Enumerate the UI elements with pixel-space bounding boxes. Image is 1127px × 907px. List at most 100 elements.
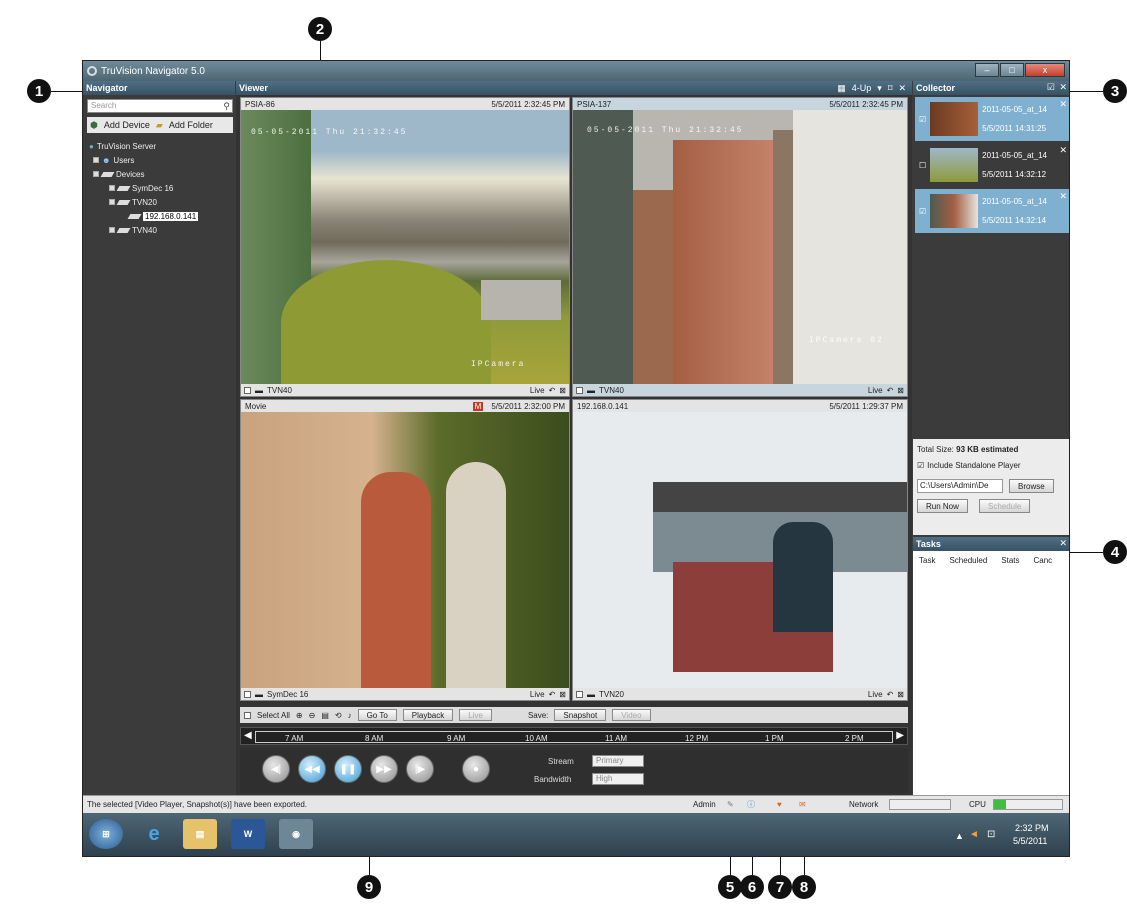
search-icon[interactable]: ⚲ xyxy=(223,100,230,112)
video-feed[interactable]: 05-05-2011 Thu 21:32:45 IPCamera xyxy=(241,110,569,386)
col-stats[interactable]: Stats xyxy=(1001,556,1019,565)
close-tile-icon[interactable]: ⊠ xyxy=(897,386,904,395)
col-scheduled[interactable]: Scheduled xyxy=(949,556,987,565)
playback-button[interactable]: Playback xyxy=(402,709,454,721)
network-tray-icon[interactable]: ⊡ xyxy=(987,829,995,840)
goto-button[interactable]: Go To xyxy=(357,709,397,721)
timeline[interactable]: ◀ ▶ 7 AM 8 AM 9 AM 10 AM 11 AM 12 PM 1 P… xyxy=(240,727,908,745)
zoom-in-icon[interactable]: ⊕ xyxy=(296,711,303,720)
tree-item-ip-camera[interactable]: 192.168.0.141 xyxy=(89,209,199,223)
start-button-icon[interactable]: ⊞ xyxy=(89,819,123,849)
collector-item[interactable]: ☑ 2011-05-05_at_14 5/5/2011 14:32:14 ✕ xyxy=(915,189,1069,233)
close-tasks-icon[interactable]: ✕ xyxy=(1059,538,1067,549)
step-forward-icon[interactable]: |▶ xyxy=(406,755,434,783)
print-icon[interactable]: ▤ xyxy=(321,711,329,720)
tree-item-server[interactable]: ● TruVision Server xyxy=(89,139,198,153)
select-checkbox[interactable] xyxy=(576,386,583,394)
file-explorer-icon[interactable]: ▤ xyxy=(183,819,217,849)
item-checkbox[interactable]: ☑ xyxy=(919,115,926,124)
sync-icon[interactable]: ⟲ xyxy=(335,711,342,720)
minimize-button[interactable]: – xyxy=(975,63,999,77)
step-back-icon[interactable]: ◀| xyxy=(262,755,290,783)
close-viewer-icon[interactable]: ✕ xyxy=(898,83,906,94)
remove-item-icon[interactable]: ✕ xyxy=(1059,191,1067,202)
camera-tile[interactable]: 192.168.0.141 5/5/2011 1:29:37 PM ▬ TVN20 L… xyxy=(572,399,908,701)
video-feed[interactable] xyxy=(241,412,569,690)
expand-icon[interactable] xyxy=(109,227,115,233)
camera-tile[interactable]: PSIA-86 5/5/2011 2:32:45 PM 05-05-2011 Th… xyxy=(240,97,570,397)
collector-item[interactable]: ☐ 2011-05-05_at_14 5/5/2011 14:32:12 ✕ xyxy=(915,143,1069,187)
live-button[interactable]: Live xyxy=(459,709,492,721)
close-tile-icon[interactable]: ⊠ xyxy=(559,690,566,699)
alarm-icon[interactable]: ♥ xyxy=(777,800,782,809)
zoom-out-icon[interactable]: ⊖ xyxy=(309,711,316,720)
include-player-checkbox[interactable]: ☑ xyxy=(917,461,924,470)
select-all-checkbox[interactable] xyxy=(244,711,251,719)
remove-item-icon[interactable]: ✕ xyxy=(1059,145,1067,156)
instant-replay-icon[interactable]: ↶ xyxy=(549,386,556,395)
add-folder-button[interactable]: Add Folder xyxy=(169,120,213,130)
video-feed[interactable]: 05-05-2011 Thu 21:32:45 IPCamera 02 xyxy=(573,110,907,386)
close-tile-icon[interactable]: ⊠ xyxy=(897,690,904,699)
instant-replay-icon[interactable]: ↶ xyxy=(887,690,894,699)
maximize-button[interactable]: □ xyxy=(1000,63,1024,77)
record-icon[interactable]: ● xyxy=(462,755,490,783)
camera-tile[interactable]: PSIA-137 5/5/2011 2:32:45 PM 05-05-2011 T… xyxy=(572,97,908,397)
instant-replay-icon[interactable]: ↶ xyxy=(549,690,556,699)
checkbox-icon[interactable]: ☑ xyxy=(1047,82,1055,93)
export-path-input[interactable]: C:\Users\Admin\De xyxy=(917,479,1003,493)
video-button[interactable]: Video xyxy=(612,709,651,721)
stream-select[interactable]: Primary xyxy=(592,755,644,767)
expand-icon[interactable] xyxy=(109,185,115,191)
rewind-icon[interactable]: ◀◀ xyxy=(298,755,326,783)
tray-arrow-icon[interactable]: ▲ xyxy=(955,831,964,841)
browse-button[interactable]: Browse xyxy=(1009,479,1054,493)
close-button[interactable]: x xyxy=(1025,63,1065,77)
tree-item-tvn40[interactable]: TVN40 xyxy=(89,223,198,237)
info-icon[interactable]: ⓘ xyxy=(747,799,755,810)
col-task[interactable]: Task xyxy=(919,556,935,565)
expand-icon[interactable] xyxy=(93,157,99,163)
tree-item-tvn20[interactable]: TVN20 xyxy=(89,195,198,209)
speaker-icon[interactable]: ◄ xyxy=(969,829,979,840)
word-icon[interactable]: W xyxy=(231,819,265,849)
expand-icon[interactable] xyxy=(109,199,115,205)
grid-layout-icon[interactable]: ▦ xyxy=(837,83,846,94)
camera-tile[interactable]: Movie M 5/5/2011 2:32:00 PM ▬ SymDec 16 Live… xyxy=(240,399,570,701)
close-collector-icon[interactable]: ✕ xyxy=(1059,82,1067,93)
col-cancel[interactable]: Canc xyxy=(1034,556,1053,565)
remove-item-icon[interactable]: ✕ xyxy=(1059,99,1067,110)
tree-item-symdec[interactable]: SymDec 16 xyxy=(89,181,198,195)
run-now-button[interactable]: Run Now xyxy=(917,499,968,513)
video-feed[interactable] xyxy=(573,412,907,690)
close-tile-icon[interactable]: ⊠ xyxy=(559,386,566,395)
expand-icon[interactable] xyxy=(93,171,99,177)
chevron-down-icon[interactable]: ▾ xyxy=(877,83,882,94)
pause-icon[interactable]: ❚❚ xyxy=(334,755,362,783)
select-checkbox[interactable] xyxy=(576,690,583,698)
select-checkbox[interactable] xyxy=(244,690,251,698)
snapshot-button[interactable]: Snapshot xyxy=(554,709,607,721)
tree-item-devices[interactable]: Devices xyxy=(89,167,198,181)
bandwidth-select[interactable]: High xyxy=(592,773,644,785)
fast-forward-icon[interactable]: ▶▶ xyxy=(370,755,398,783)
collector-item[interactable]: ☑ 2011-05-05_at_14 5/5/2011 14:31:25 ✕ xyxy=(915,97,1069,141)
microphone-icon[interactable]: ♪ xyxy=(348,711,352,720)
network-label: Network xyxy=(849,800,879,809)
wrench-icon[interactable]: ✎ xyxy=(727,800,734,809)
item-checkbox[interactable]: ☑ xyxy=(919,207,926,216)
undock-icon[interactable]: ⌑ xyxy=(888,83,893,94)
search-input[interactable]: Search ⚲ xyxy=(87,99,233,113)
internet-explorer-icon[interactable]: e xyxy=(137,819,171,849)
schedule-button[interactable]: Schedule xyxy=(979,499,1031,513)
timeline-left-arrow[interactable]: ◀ xyxy=(244,730,252,741)
item-checkbox[interactable]: ☐ xyxy=(919,161,926,170)
layout-select[interactable]: 4-Up xyxy=(852,83,872,93)
select-checkbox[interactable] xyxy=(244,386,251,394)
truvision-taskbar-icon[interactable]: ◉ xyxy=(279,819,313,849)
add-device-button[interactable]: Add Device xyxy=(104,120,150,130)
instant-replay-icon[interactable]: ↶ xyxy=(887,386,894,395)
timeline-right-arrow[interactable]: ▶ xyxy=(896,730,904,741)
tree-item-users[interactable]: ☻ Users xyxy=(89,153,198,167)
notifications-icon[interactable]: ✉ xyxy=(799,800,806,809)
